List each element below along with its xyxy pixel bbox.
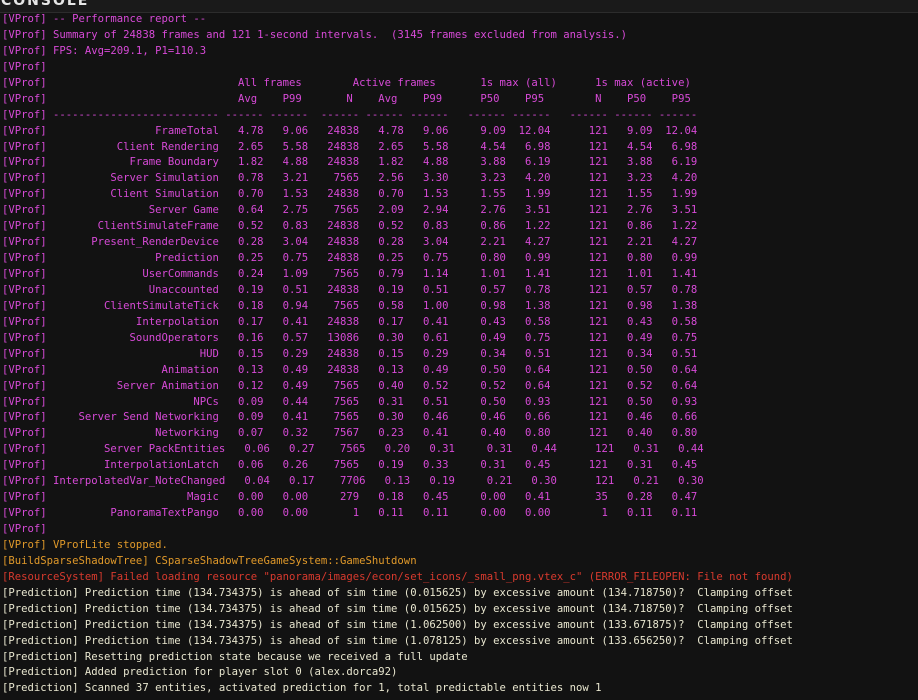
console-line: [VProf] Server Send Networking 0.09 0.41… — [2, 411, 698, 424]
console-line: [Prediction] Prediction time (134.734375… — [2, 586, 793, 599]
console-line: [VProf] Networking 0.07 0.32 7567 0.23 0… — [2, 427, 698, 440]
console-line: [VProf] Magic 0.00 0.00 279 0.18 0.45 0.… — [2, 491, 698, 504]
console-line: [VProf] SoundOperators 0.16 0.57 13086 0… — [2, 331, 698, 344]
console-line: [VProf] NPCs 0.09 0.44 7565 0.31 0.51 0.… — [2, 395, 698, 408]
console-line: [VProf] Prediction 0.25 0.75 24838 0.25 … — [2, 252, 698, 265]
console-line: [VProf] VProfLite stopped. — [2, 538, 168, 551]
console-line: [VProf] InterpolatedVar_NoteChanged 0.04… — [2, 475, 704, 488]
console-title: CONSOLE — [1, 0, 90, 9]
console-line: [VProf] ClientSimulateTick 0.18 0.94 756… — [2, 299, 698, 312]
console-line: [VProf] Present_RenderDevice 0.28 3.04 2… — [2, 236, 698, 249]
console-line: [VProf] UserCommands 0.24 1.09 7565 0.79… — [2, 268, 698, 280]
console-line: [VProf] Interpolation 0.17 0.41 24838 0.… — [2, 315, 698, 328]
console-line: [VProf] — [2, 60, 47, 73]
console-line: [Prediction] Added prediction for player… — [2, 666, 398, 679]
console-line: [VProf] ClientSimulateFrame 0.52 0.83 24… — [2, 220, 698, 233]
console-line: [VProf] All frames Active frames 1s max … — [2, 76, 691, 89]
console-window: CONSOLE [VProf] -- Performance report --… — [0, 0, 918, 700]
console-line: [VProf] Frame Boundary 1.82 4.88 24838 1… — [2, 156, 698, 169]
console-output[interactable]: [VProf] -- Performance report -- [VProf] … — [0, 12, 918, 697]
console-line: [VProf] FrameTotal 4.78 9.06 24838 4.78 … — [2, 124, 698, 137]
console-line: [VProf] Server Simulation 0.78 3.21 7565… — [2, 172, 698, 185]
console-line: [VProf] Server Game 0.64 2.75 7565 2.09 … — [2, 204, 698, 217]
console-line: [Prediction] Prediction time (134.734375… — [2, 602, 793, 615]
console-line: [Prediction] Scanned 37 entities, activa… — [2, 682, 602, 695]
console-line: [VProf] -- Performance report -- — [2, 13, 207, 25]
console-line: [Prediction] Prediction time (134.734375… — [2, 618, 793, 631]
console-line: [VProf] FPS: Avg=209.1, P1=110.3 — [2, 44, 207, 57]
console-line: [Prediction] Resetting prediction state … — [2, 650, 468, 663]
console-line: [VProf] PanoramaTextPango 0.00 0.00 1 0.… — [2, 507, 698, 520]
console-line: [VProf] Summary of 24838 frames and 121 … — [2, 28, 628, 41]
console-line: [VProf] Server Animation 0.12 0.49 7565 … — [2, 379, 698, 392]
console-line: [VProf] Client Simulation 0.70 1.53 2483… — [2, 188, 698, 201]
console-line: [VProf] Animation 0.13 0.49 24838 0.13 0… — [2, 363, 698, 376]
console-line: [VProf] HUD 0.15 0.29 24838 0.15 0.29 0.… — [2, 347, 698, 360]
console-line: [VProf] Unaccounted 0.19 0.51 24838 0.19… — [2, 283, 698, 296]
console-line: [VProf] Avg P99 N Avg P99 P50 P95 N P50 … — [2, 92, 691, 105]
console-line: [ResourceSystem] Failed loading resource… — [2, 570, 793, 583]
console-line: [VProf] — [2, 523, 47, 535]
console-line: [BuildSparseShadowTree] CSparseShadowTre… — [2, 554, 417, 567]
console-line: [VProf] Server PackEntities 0.06 0.27 75… — [2, 443, 704, 456]
console-line: [Prediction] Prediction time (134.734375… — [2, 634, 793, 647]
console-line: [VProf] InterpolationLatch 0.06 0.26 756… — [2, 459, 698, 472]
console-line: [VProf] Client Rendering 2.65 5.58 24838… — [2, 140, 698, 153]
console-line: [VProf] -------------------------- -----… — [2, 108, 698, 121]
